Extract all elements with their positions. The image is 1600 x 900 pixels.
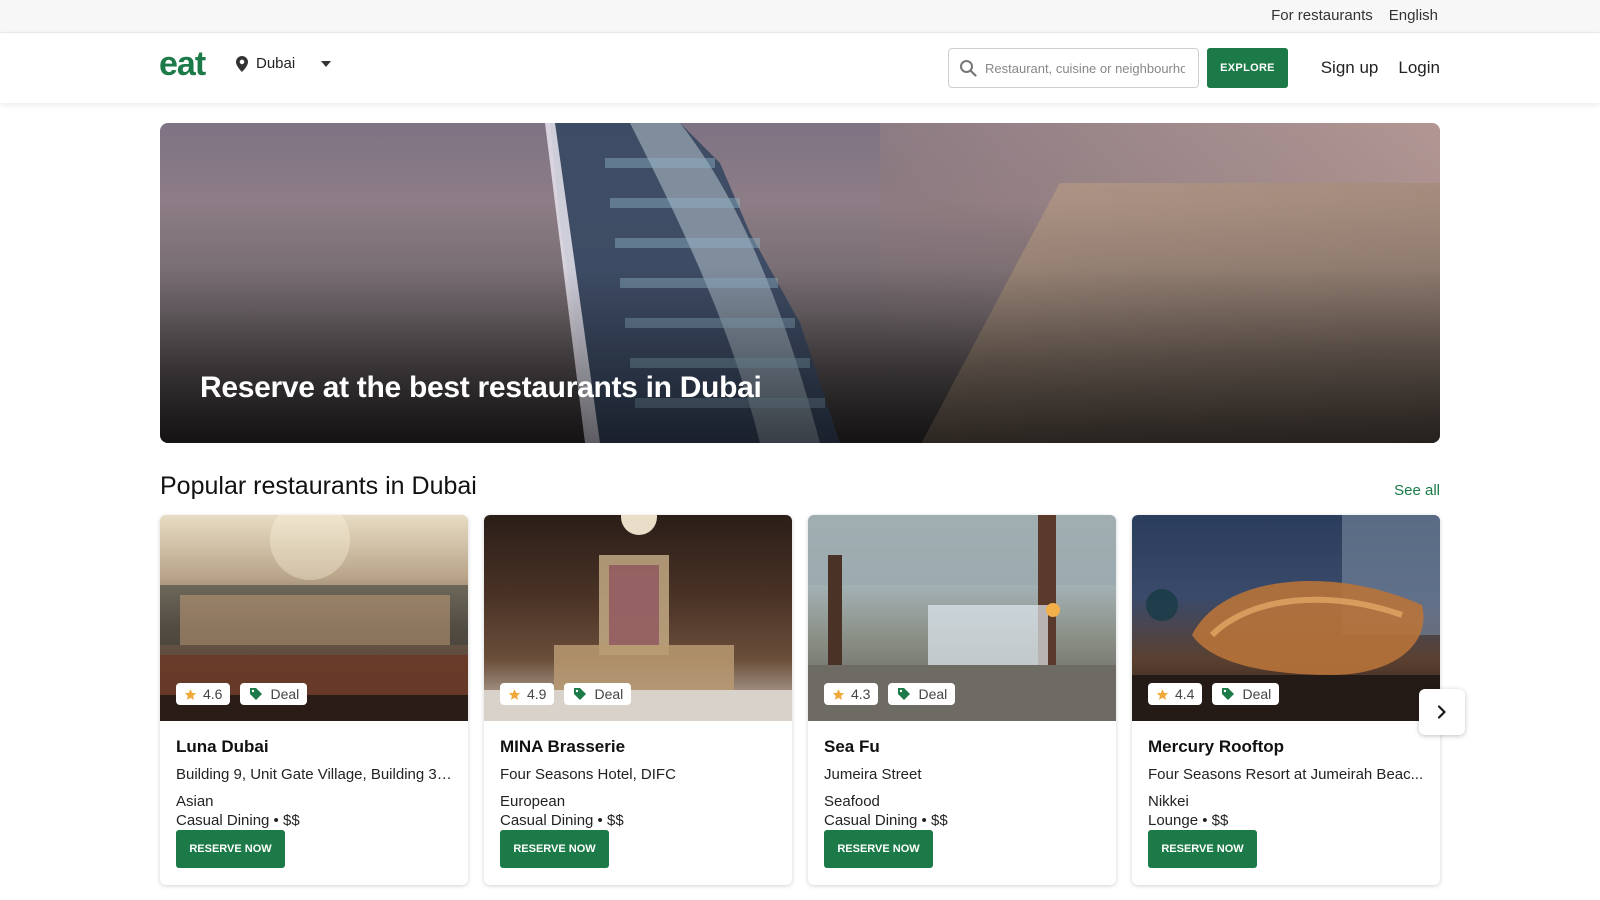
restaurant-card[interactable]: 4.6 Deal Luna Dubai Building 9, Unit Gat… — [160, 515, 468, 885]
tag-icon — [898, 688, 911, 700]
deal-label: Deal — [270, 686, 300, 702]
utility-bar: For restaurants English — [0, 0, 1600, 33]
card-info: Luna Dubai Building 9, Unit Gate Village… — [160, 721, 468, 829]
card-badges: 4.4 Deal — [1148, 683, 1280, 705]
card-badges: 4.9 Deal — [500, 683, 632, 705]
restaurant-carousel: 4.6 Deal Luna Dubai Building 9, Unit Gat… — [160, 515, 1440, 885]
tag-icon — [574, 688, 587, 700]
restaurant-name[interactable]: MINA Brasserie — [500, 737, 776, 757]
search-box — [948, 48, 1199, 88]
card-info: Mercury Rooftop Four Seasons Resort at J… — [1132, 721, 1440, 829]
restaurant-card[interactable]: 4.9 Deal MINA Brasserie Four Seasons Hot… — [484, 515, 792, 885]
login-link[interactable]: Login — [1398, 58, 1440, 78]
signup-link[interactable]: Sign up — [1321, 58, 1379, 78]
restaurant-cuisine: Nikkei — [1148, 793, 1189, 810]
rating-value: 4.6 — [203, 686, 223, 702]
tag-icon — [250, 688, 263, 700]
rating-badge: 4.4 — [1148, 683, 1203, 705]
restaurant-photo[interactable]: 4.3 Deal — [808, 515, 1116, 721]
deal-label: Deal — [918, 686, 948, 702]
location-label: Dubai — [256, 55, 296, 72]
restaurant-card[interactable]: 4.3 Deal Sea Fu Jumeira Street Seafood C… — [808, 515, 1116, 885]
restaurant-cuisine: European — [500, 793, 566, 810]
restaurant-address: Four Seasons Hotel, DIFC — [500, 766, 676, 783]
section-title: Popular restaurants in Dubai — [160, 472, 477, 500]
location-selector[interactable]: Dubai — [236, 55, 332, 72]
explore-button[interactable]: EXPLORE — [1207, 48, 1288, 88]
rating-value: 4.3 — [851, 686, 871, 702]
location-pin-icon — [236, 55, 248, 72]
deal-badge: Deal — [1212, 683, 1280, 705]
reserve-now-button[interactable]: RESERVE NOW — [500, 830, 609, 868]
card-info: MINA Brasserie Four Seasons Hotel, DIFC … — [484, 721, 792, 829]
language-selector[interactable]: English — [1389, 7, 1438, 24]
deal-badge: Deal — [564, 683, 632, 705]
search-icon — [960, 60, 977, 77]
reserve-now-button[interactable]: RESERVE NOW — [824, 830, 933, 868]
restaurant-type: Lounge • $$ — [1148, 812, 1229, 829]
restaurant-name[interactable]: Sea Fu — [824, 737, 1100, 757]
rating-badge: 4.9 — [500, 683, 555, 705]
main-header: eat Dubai EXPLORE Sign up Login — [0, 33, 1600, 103]
star-icon — [508, 688, 521, 700]
deal-label: Deal — [1242, 686, 1272, 702]
restaurant-cuisine: Seafood — [824, 793, 880, 810]
card-badges: 4.6 Deal — [176, 683, 308, 705]
hero-title: Reserve at the best restaurants in Dubai — [200, 371, 762, 404]
star-icon — [832, 688, 845, 700]
restaurant-type: Casual Dining • $$ — [500, 812, 624, 829]
card-info: Sea Fu Jumeira Street Seafood Casual Din… — [808, 721, 1116, 829]
tag-icon — [1222, 688, 1235, 700]
deal-badge: Deal — [240, 683, 308, 705]
rating-badge: 4.6 — [176, 683, 231, 705]
star-icon — [1156, 688, 1169, 700]
restaurant-name[interactable]: Luna Dubai — [176, 737, 452, 757]
rating-badge: 4.3 — [824, 683, 879, 705]
star-icon — [184, 688, 197, 700]
reserve-now-button[interactable]: RESERVE NOW — [176, 830, 285, 868]
restaurant-address: Four Seasons Resort at Jumeirah Beac... — [1148, 766, 1424, 783]
rating-value: 4.4 — [1175, 686, 1195, 702]
restaurant-photo[interactable]: 4.6 Deal — [160, 515, 468, 721]
auth-links: Sign up Login — [1321, 58, 1440, 78]
chevron-down-icon — [321, 60, 332, 67]
for-restaurants-link[interactable]: For restaurants — [1271, 7, 1373, 24]
hero-banner: Reserve at the best restaurants in Dubai — [160, 123, 1440, 443]
restaurant-address: Building 9, Unit Gate Village, Building … — [176, 766, 452, 783]
restaurant-photo[interactable]: 4.9 Deal — [484, 515, 792, 721]
card-badges: 4.3 Deal — [824, 683, 956, 705]
utility-links: For restaurants English — [1271, 7, 1438, 24]
restaurant-type: Casual Dining • $$ — [176, 812, 300, 829]
chevron-right-icon — [1437, 705, 1446, 719]
restaurant-card[interactable]: 4.4 Deal Mercury Rooftop Four Seasons Re… — [1132, 515, 1440, 885]
deal-badge: Deal — [888, 683, 956, 705]
restaurant-name[interactable]: Mercury Rooftop — [1148, 737, 1424, 757]
carousel-next-button[interactable] — [1419, 689, 1465, 735]
see-all-link[interactable]: See all — [1394, 482, 1440, 499]
rating-value: 4.9 — [527, 686, 547, 702]
restaurant-address: Jumeira Street — [824, 766, 922, 783]
reserve-now-button[interactable]: RESERVE NOW — [1148, 830, 1257, 868]
restaurant-cuisine: Asian — [176, 793, 214, 810]
search-input[interactable] — [985, 60, 1185, 76]
deal-label: Deal — [594, 686, 624, 702]
eat-logo[interactable]: eat — [159, 47, 206, 81]
restaurant-photo[interactable]: 4.4 Deal — [1132, 515, 1440, 721]
restaurant-type: Casual Dining • $$ — [824, 812, 948, 829]
